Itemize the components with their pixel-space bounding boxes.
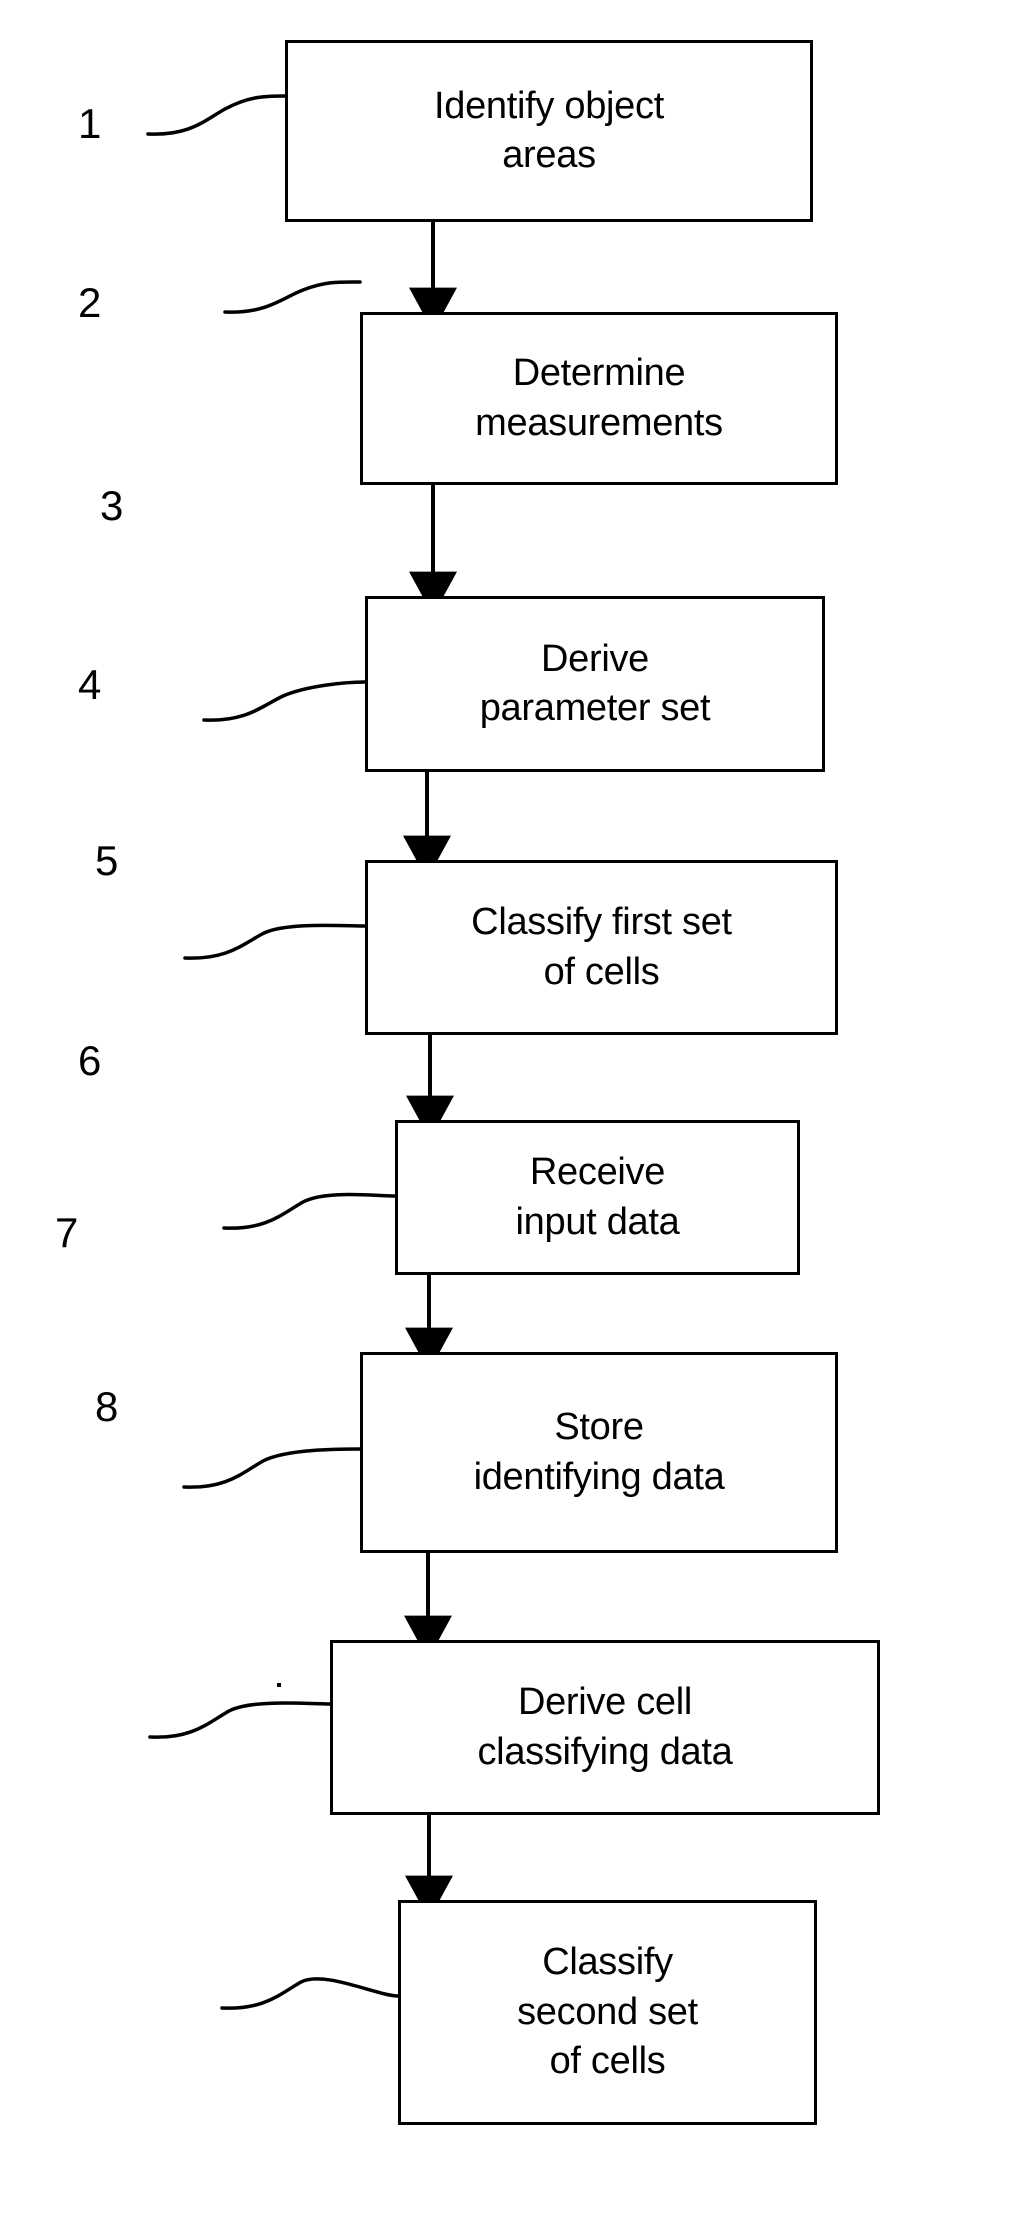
leader-line-3 [202,680,367,722]
process-box-label-line: Receive [529,1151,666,1194]
reference-numeral-5: 5 [95,837,119,884]
reference-numeral-2: 2 [78,279,102,326]
stray-speck [277,1683,281,1687]
leader-line-6 [182,1447,362,1489]
process-box-label-line: identifying data [473,1455,725,1498]
process-box-label-line: Classify [542,1941,673,1984]
leader-line-1 [146,94,287,136]
process-box-label-line: Classify first set [471,901,732,944]
reference-numeral-7: 7 [55,1209,79,1256]
process-box-label-line: of cells [549,2040,666,2083]
leader-line-2 [223,280,362,314]
process-box-label-line: Store [554,1406,644,1449]
leader-line-8 [220,1977,400,2010]
process-box-6: Store identifying data [360,1352,838,1553]
process-box-8: Classify second set of cells [398,1900,817,2125]
flowchart-figure: Identify object areas Determine measurement… [0,0,1017,2220]
process-box-3: Derive parameter set [365,596,825,772]
process-box-label-line: parameter set [479,687,711,729]
process-box-label-line: Derive [540,637,649,680]
process-box-label-line: second set [517,1990,698,2033]
process-box-label-line: Identify object [434,84,664,127]
process-box-4: Classify first set of cells [365,860,838,1035]
process-box-1: Identify object areas [285,40,813,222]
leader-line-4 [183,923,367,960]
process-box-label-line: classifying data [477,1730,733,1773]
process-box-5: Receive input data [395,1120,800,1275]
reference-numeral-8: 8 [95,1383,119,1430]
process-box-2: Determine measurements [360,312,838,485]
process-box-label-line: areas [502,134,596,176]
process-box-label-line: Determine [512,352,686,395]
process-box-label-line: of cells [543,950,660,993]
process-box-label-line: Derive cell [517,1681,693,1724]
leader-line-5 [222,1192,397,1230]
leader-line-7 [148,1701,332,1739]
process-box-7: Derive cell classifying data [330,1640,880,1815]
reference-numeral-4: 4 [78,661,102,708]
process-box-label-line: measurements [475,401,723,444]
reference-numeral-6: 6 [78,1037,102,1084]
reference-numeral-1: 1 [78,100,102,147]
process-box-label-line: input data [515,1200,680,1243]
reference-numeral-3: 3 [100,482,124,529]
